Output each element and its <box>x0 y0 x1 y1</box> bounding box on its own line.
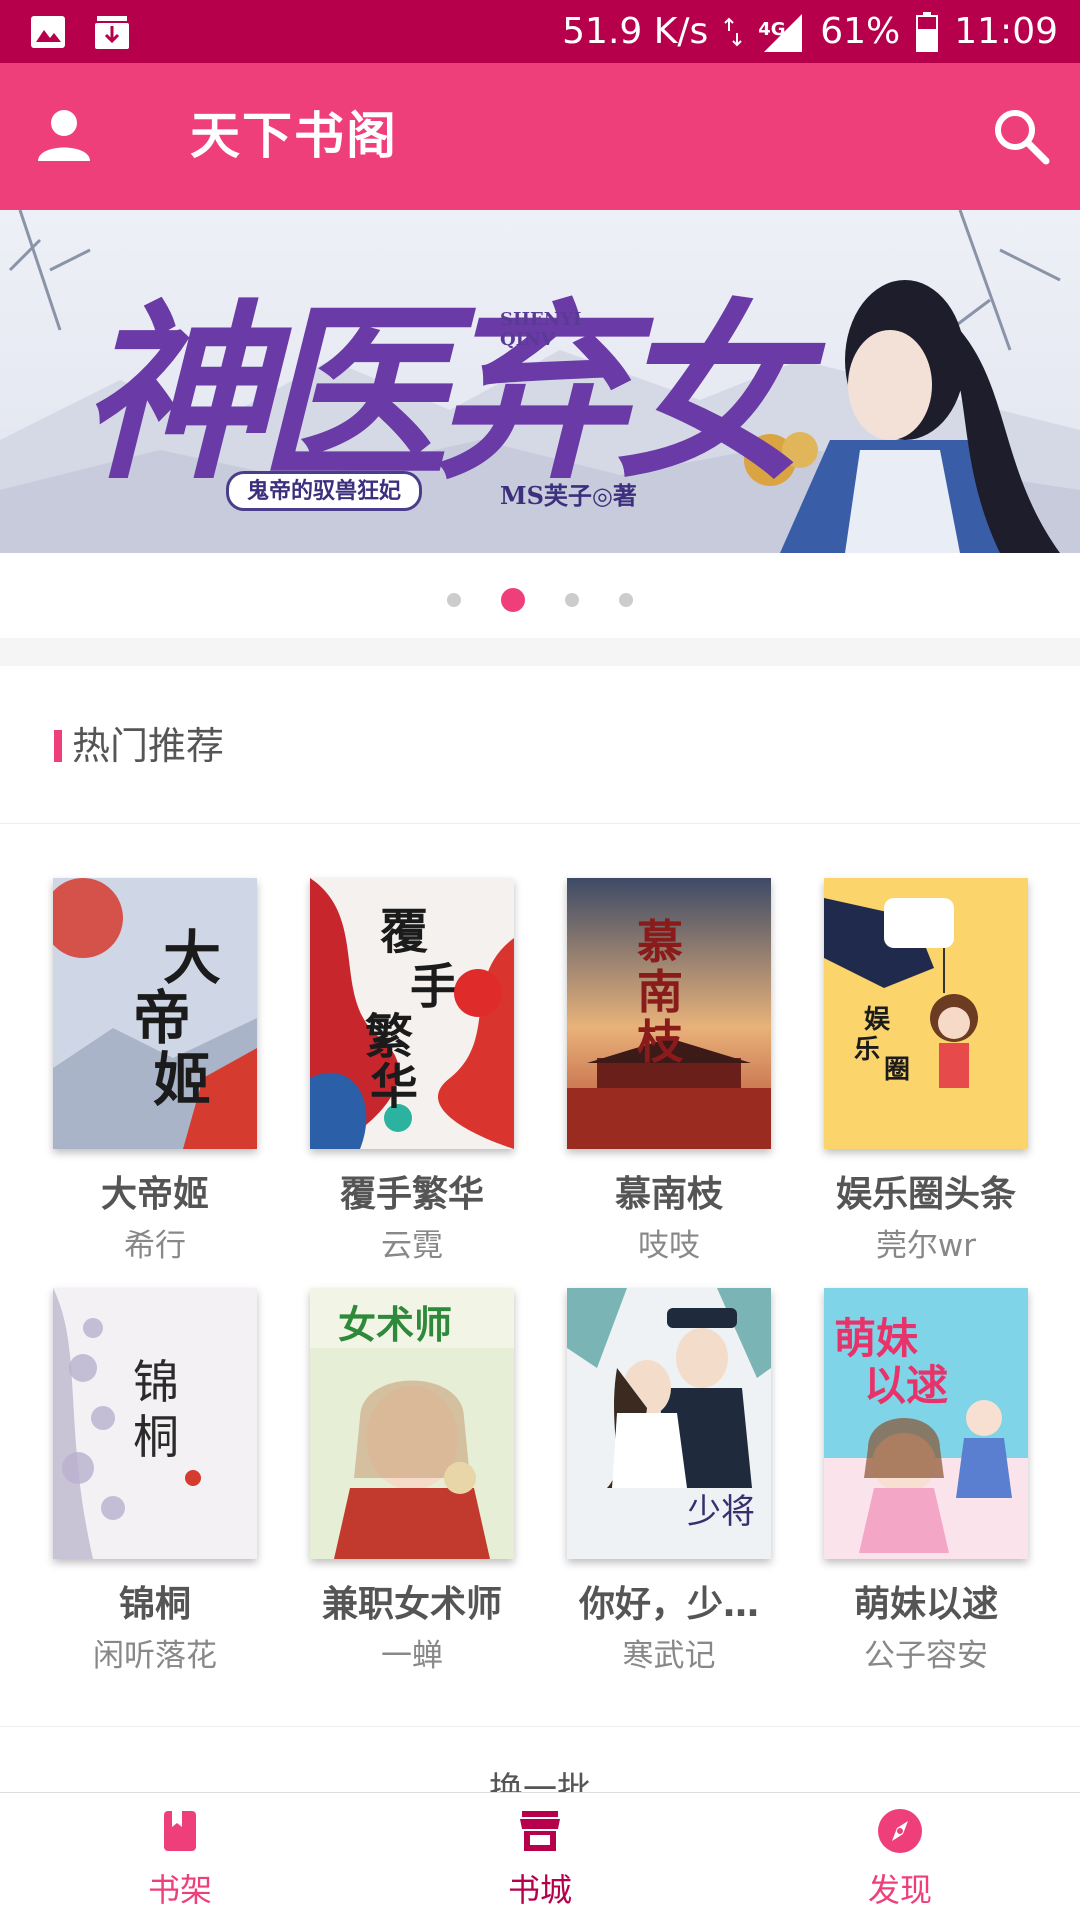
carousel-dot-1[interactable] <box>447 593 461 607</box>
signal-group: 4G <box>758 10 804 54</box>
book-cover[interactable]: 覆 手 繁 华 <box>310 878 514 1149</box>
svg-text:姬: 姬 <box>153 1046 211 1114</box>
svg-text:萌妹: 萌妹 <box>834 1314 918 1363</box>
svg-text:锦: 锦 <box>133 1355 179 1409</box>
section-title: 热门推荐 <box>72 724 225 768</box>
cover-image: 少将 <box>567 1288 771 1559</box>
banner-title: 神医弃女 <box>80 282 804 505</box>
svg-text:圈: 圈 <box>884 1055 910 1085</box>
banner-title-en-line2: QINV <box>500 329 555 350</box>
banner-author: MS芙子◎著 <box>500 481 637 510</box>
cover-image: 大 帝 姬 <box>53 878 257 1149</box>
cover-image: 锦 桐 <box>53 1288 257 1559</box>
svg-text:慕: 慕 <box>637 915 683 969</box>
status-bar: 51.9 K/s 4G 61% 11:09 <box>0 0 1080 63</box>
book-icon <box>164 1811 196 1851</box>
image-icon <box>31 16 65 48</box>
svg-text:大: 大 <box>163 924 221 992</box>
carousel-dot-3[interactable] <box>565 593 579 607</box>
section-accent-bar <box>54 730 62 762</box>
book-author: 莞尔wr <box>875 1228 977 1264</box>
svg-text:南: 南 <box>637 965 683 1019</box>
app-title: 天下书阁 <box>190 107 398 165</box>
carousel-indicator <box>0 580 1080 620</box>
book-cover[interactable]: 女术师 <box>310 1288 514 1559</box>
svg-text:帝: 帝 <box>133 984 191 1052</box>
nav-bookshelf-label: 书架 <box>147 1871 212 1909</box>
compass-icon <box>878 1809 922 1853</box>
grid-divider <box>0 1726 1080 1727</box>
book-cover[interactable]: 娱 乐 圈 <box>824 878 1028 1149</box>
svg-text:覆: 覆 <box>380 904 428 960</box>
cover-image: 娱 乐 圈 <box>824 878 1028 1149</box>
svg-text:以逑: 以逑 <box>864 1361 948 1410</box>
book-cover[interactable]: 慕 南 枝 <box>567 878 771 1149</box>
section-divider <box>0 638 1080 666</box>
banner-title-en-line1: SHENYI <box>500 309 582 330</box>
banner-carousel[interactable]: 神医弃女 SHENYI QINV 鬼帝的驭兽狂妃 MS芙子◎著 <box>0 210 1080 553</box>
bottom-nav: 书架 书城 发现 <box>0 1792 1080 1920</box>
nav-discover[interactable]: 发现 <box>720 1793 1080 1920</box>
status-left <box>28 12 132 52</box>
svg-text:繁: 繁 <box>365 1009 413 1065</box>
cover-image: 萌妹 以逑 <box>824 1288 1028 1559</box>
svg-text:女术师: 女术师 <box>338 1302 452 1347</box>
user-icon[interactable] <box>34 105 94 165</box>
svg-text:桐: 桐 <box>133 1410 179 1464</box>
nav-discover-label: 发现 <box>867 1871 932 1909</box>
signal-icon <box>764 13 803 52</box>
clock: 11:09 <box>954 11 1058 52</box>
data-arrows-icon <box>724 17 742 46</box>
svg-text:枝: 枝 <box>637 1015 684 1069</box>
network-speed: 51.9 K/s <box>562 11 709 52</box>
carousel-dot-2[interactable] <box>501 588 525 612</box>
book-cover[interactable]: 锦 桐 <box>53 1288 257 1559</box>
app-bar: 天下书阁 <box>0 63 1080 210</box>
search-icon[interactable] <box>990 105 1052 167</box>
cover-image: 覆 手 繁 华 <box>310 878 514 1149</box>
battery-text: 61% <box>820 11 901 52</box>
svg-text:娱: 娱 <box>864 1005 891 1035</box>
section-header: 热门推荐 <box>0 666 1080 824</box>
book-title: 萌妹以逑 <box>853 1584 998 1625</box>
store-icon <box>520 1811 560 1851</box>
status-right: 51.9 K/s 4G 61% 11:09 <box>562 0 1058 63</box>
book-title: 娱乐圈头条 <box>835 1174 1016 1215</box>
svg-text:华: 华 <box>370 1059 418 1115</box>
svg-text:乐: 乐 <box>854 1035 880 1065</box>
cover-image: 慕 南 枝 <box>567 878 771 1149</box>
battery-icon <box>916 11 939 52</box>
svg-text:手: 手 <box>410 959 458 1015</box>
book-author: 公子容安 <box>864 1638 988 1674</box>
book-cover[interactable]: 少将 <box>567 1288 771 1559</box>
banner-title-en: SHENYI QINV <box>500 310 581 350</box>
nav-bookstore[interactable]: 书城 <box>360 1793 720 1920</box>
cover-image: 女术师 <box>310 1288 514 1559</box>
book-cover[interactable]: 大 帝 姬 <box>53 878 257 1149</box>
nav-bookstore-label: 书城 <box>507 1871 572 1909</box>
nav-bookshelf[interactable]: 书架 <box>0 1793 360 1920</box>
book-cover[interactable]: 萌妹 以逑 <box>824 1288 1028 1559</box>
download-icon <box>95 16 129 49</box>
banner-subtitle: 鬼帝的驭兽狂妃 <box>226 471 423 511</box>
carousel-dot-4[interactable] <box>619 593 633 607</box>
svg-text:少将: 少将 <box>687 1492 755 1532</box>
